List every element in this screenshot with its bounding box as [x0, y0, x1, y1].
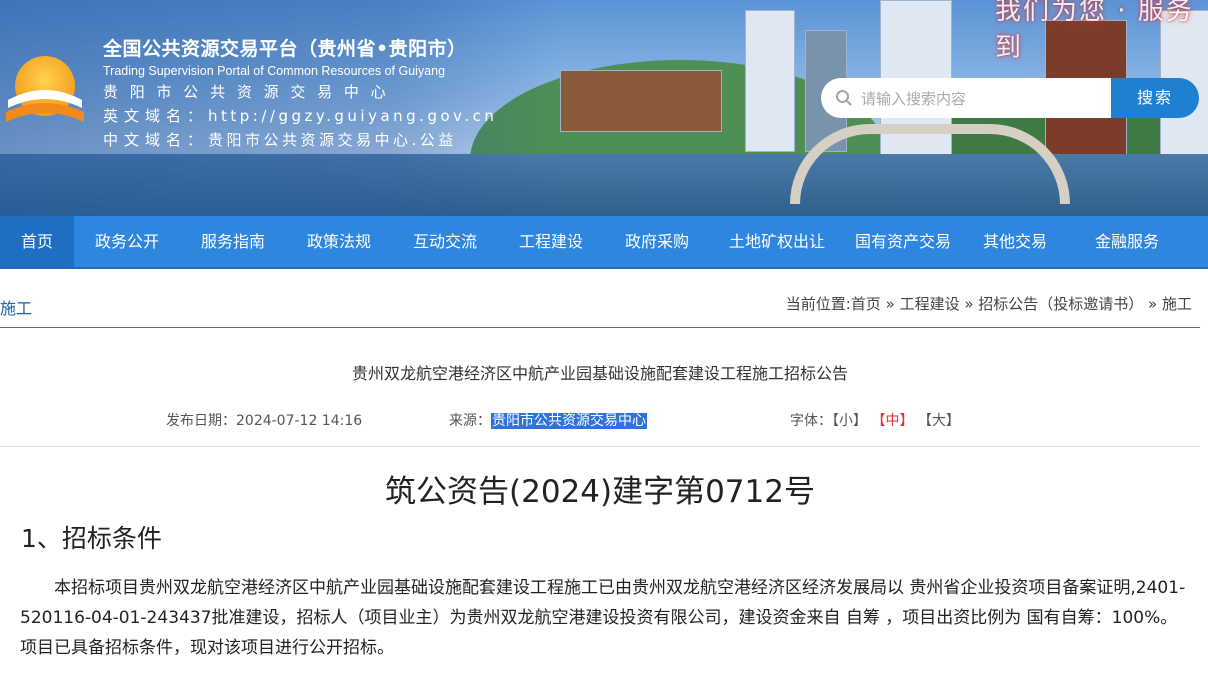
- nav-item-policies[interactable]: 政策法规: [286, 216, 392, 267]
- font-medium-button[interactable]: 【中】: [871, 413, 913, 429]
- site-title-cn: 全国公共资源交易平台（贵州省•贵阳市）: [103, 38, 467, 60]
- breadcrumb[interactable]: 当前位置:首页 » 工程建设 » 招标公告（投标邀请书） » 施工: [786, 293, 1192, 314]
- banner-building: [745, 10, 795, 152]
- source-label: 来源：: [449, 413, 491, 429]
- header-banner: 我们为您 · 服务到 全国公共资源交易平台（贵州省•贵阳市） Trading S…: [0, 0, 1208, 216]
- site-title-en: Trading Supervision Portal of Common Res…: [103, 64, 446, 78]
- nav-item-state-assets[interactable]: 国有资产交易: [844, 216, 962, 267]
- en-domain-value[interactable]: http://ggzy.guiyang.gov.cn: [208, 107, 497, 125]
- nav-item-procurement[interactable]: 政府采购: [604, 216, 710, 267]
- nav-item-service-guide[interactable]: 服务指南: [180, 216, 286, 267]
- nav-item-other-trade[interactable]: 其他交易: [962, 216, 1068, 267]
- article-meta: 发布日期：2024-07-12 14:16 来源：贵阳市公共资源交易中心 字体：…: [0, 408, 1200, 447]
- site-title-block: 全国公共资源交易平台（贵州省•贵阳市） Trading Supervision …: [103, 34, 497, 150]
- category-title: 施工: [0, 299, 33, 318]
- en-domain-line: 英文域名：http://ggzy.guiyang.gov.cn: [103, 105, 497, 126]
- nav-item-home[interactable]: 首页: [0, 216, 74, 267]
- nav-item-finance[interactable]: 金融服务: [1068, 216, 1186, 267]
- font-small-button[interactable]: 【小】: [832, 413, 867, 429]
- en-domain-label: 英文域名：: [103, 107, 209, 125]
- nav-item-government-affairs[interactable]: 政务公开: [74, 216, 180, 267]
- breadcrumb-bar: 施工 当前位置:首页 » 工程建设 » 招标公告（投标邀请书） » 施工: [0, 283, 1200, 328]
- publish-date: 发布日期：2024-07-12 14:16: [166, 410, 362, 430]
- search-icon: [836, 90, 852, 106]
- search-bar: 请输入搜索内容 搜索: [821, 78, 1199, 118]
- banner-pavilion: [560, 70, 722, 132]
- cn-domain-value[interactable]: 贵阳市公共资源交易中心.公益: [208, 131, 457, 149]
- search-button[interactable]: 搜索: [1111, 78, 1199, 118]
- search-input[interactable]: 请输入搜索内容: [821, 78, 1111, 118]
- main-nav: 首页 政务公开 服务指南 政策法规 互动交流 工程建设 政府采购 土地矿权出让 …: [0, 216, 1208, 269]
- font-large-button[interactable]: 【大】: [918, 413, 960, 429]
- font-size-label: 字体：: [790, 413, 832, 429]
- article-source: 来源：贵阳市公共资源交易中心: [449, 410, 647, 430]
- banner-bridge: [790, 124, 1070, 204]
- nav-item-engineering[interactable]: 工程建设: [498, 216, 604, 267]
- font-size-controls: 字体：【小】 【中】 【大】: [790, 410, 960, 430]
- cn-domain-line: 中文域名：贵阳市公共资源交易中心.公益: [103, 129, 497, 150]
- nav-item-interaction[interactable]: 互动交流: [392, 216, 498, 267]
- publish-date-value: 2024-07-12 14:16: [236, 413, 363, 429]
- search-placeholder: 请输入搜索内容: [861, 90, 967, 108]
- site-logo-icon: [6, 56, 84, 122]
- section-heading: 1、招标条件: [21, 524, 162, 553]
- document-number: 筑公资告(2024)建字第0712号: [385, 474, 815, 510]
- center-name: 贵 阳 市 公 共 资 源 交 易 中 心: [103, 83, 390, 101]
- publish-date-label: 发布日期：: [166, 413, 236, 429]
- nav-item-land-mining[interactable]: 土地矿权出让: [710, 216, 844, 267]
- article-paragraph: 本招标项目贵州双龙航空港经济区中航产业园基础设施配套建设工程施工已由贵州双龙航空…: [20, 578, 1186, 658]
- banner-slogan: 我们为您 · 服务到: [995, 0, 1194, 63]
- cn-domain-label: 中文域名：: [103, 131, 209, 149]
- source-value: 贵阳市公共资源交易中心: [491, 413, 647, 429]
- article-title: 贵州双龙航空港经济区中航产业园基础设施配套建设工程施工招标公告: [351, 364, 848, 383]
